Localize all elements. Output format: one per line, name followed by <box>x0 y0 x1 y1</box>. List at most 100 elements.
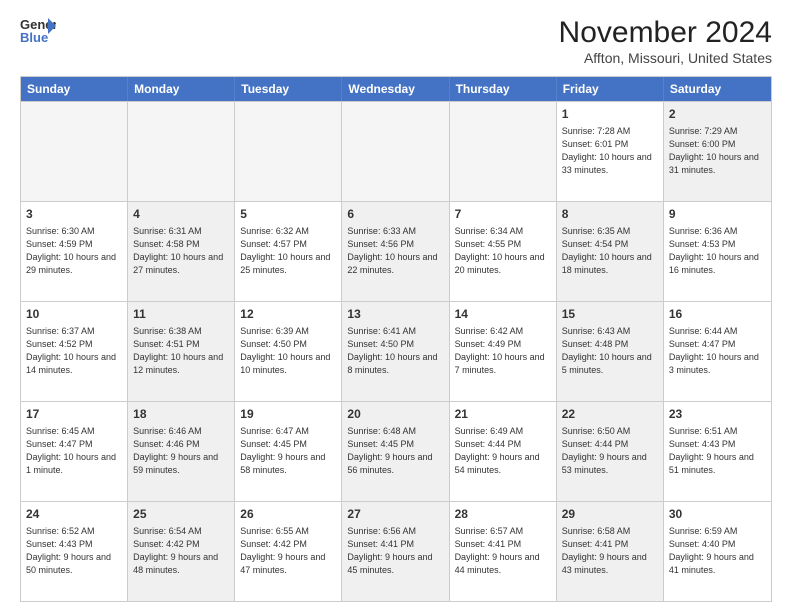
day-number: 12 <box>240 306 336 323</box>
day-info: Sunrise: 7:28 AM Sunset: 6:01 PM Dayligh… <box>562 125 658 177</box>
day-number: 26 <box>240 506 336 523</box>
day-info: Sunrise: 6:46 AM Sunset: 4:46 PM Dayligh… <box>133 425 229 477</box>
day-number: 6 <box>347 206 443 223</box>
calendar-header-cell: Friday <box>557 77 664 101</box>
calendar-row: 24 Sunrise: 6:52 AM Sunset: 4:43 PM Dayli… <box>21 501 771 601</box>
calendar: SundayMondayTuesdayWednesdayThursdayFrid… <box>20 76 772 602</box>
day-number: 14 <box>455 306 551 323</box>
calendar-row: 10Sunrise: 6:37 AM Sunset: 4:52 PM Dayli… <box>21 301 771 401</box>
day-number: 27 <box>347 506 443 523</box>
logo-icon: General Blue <box>20 16 56 46</box>
calendar-cell: 29 Sunrise: 6:58 AM Sunset: 4:41 PM Dayli… <box>557 502 664 601</box>
day-info: Sunrise: 6:52 AM Sunset: 4:43 PM Dayligh… <box>26 525 122 577</box>
day-number: 19 <box>240 406 336 423</box>
day-number: 3 <box>26 206 122 223</box>
calendar-cell: 9Sunrise: 6:36 AM Sunset: 4:53 PM Daylig… <box>664 202 771 301</box>
calendar-cell: 25Sunrise: 6:54 AM Sunset: 4:42 PM Dayli… <box>128 502 235 601</box>
calendar-cell: 1 Sunrise: 7:28 AM Sunset: 6:01 PM Daylig… <box>557 102 664 201</box>
calendar-cell: 26Sunrise: 6:55 AM Sunset: 4:42 PM Dayli… <box>235 502 342 601</box>
day-number: 2 <box>669 106 766 123</box>
day-number: 16 <box>669 306 766 323</box>
calendar-header-cell: Wednesday <box>342 77 449 101</box>
calendar-cell: 19 Sunrise: 6:47 AM Sunset: 4:45 PM Dayli… <box>235 402 342 501</box>
day-info: Sunrise: 6:31 AM Sunset: 4:58 PM Dayligh… <box>133 225 229 277</box>
calendar-row: 3 Sunrise: 6:30 AM Sunset: 4:59 PM Daylig… <box>21 201 771 301</box>
day-info: Sunrise: 6:56 AM Sunset: 4:41 PM Dayligh… <box>347 525 443 577</box>
day-info: Sunrise: 6:35 AM Sunset: 4:54 PM Dayligh… <box>562 225 658 277</box>
day-number: 20 <box>347 406 443 423</box>
day-number: 24 <box>26 506 122 523</box>
calendar-cell: 8 Sunrise: 6:35 AM Sunset: 4:54 PM Daylig… <box>557 202 664 301</box>
day-info: Sunrise: 6:58 AM Sunset: 4:41 PM Dayligh… <box>562 525 658 577</box>
calendar-cell: 23 Sunrise: 6:51 AM Sunset: 4:43 PM Dayli… <box>664 402 771 501</box>
header: General Blue November 2024 Affton, Misso… <box>20 16 772 66</box>
month-title: November 2024 <box>559 16 772 50</box>
day-info: Sunrise: 7:29 AM Sunset: 6:00 PM Dayligh… <box>669 125 766 177</box>
calendar-cell: 16 Sunrise: 6:44 AM Sunset: 4:47 PM Dayli… <box>664 302 771 401</box>
day-number: 9 <box>669 206 766 223</box>
day-info: Sunrise: 6:41 AM Sunset: 4:50 PM Dayligh… <box>347 325 443 377</box>
day-info: Sunrise: 6:39 AM Sunset: 4:50 PM Dayligh… <box>240 325 336 377</box>
calendar-cell: 5Sunrise: 6:32 AM Sunset: 4:57 PM Daylig… <box>235 202 342 301</box>
day-info: Sunrise: 6:47 AM Sunset: 4:45 PM Dayligh… <box>240 425 336 477</box>
calendar-cell <box>235 102 342 201</box>
calendar-cell: 10Sunrise: 6:37 AM Sunset: 4:52 PM Dayli… <box>21 302 128 401</box>
calendar-cell: 24 Sunrise: 6:52 AM Sunset: 4:43 PM Dayli… <box>21 502 128 601</box>
day-info: Sunrise: 6:57 AM Sunset: 4:41 PM Dayligh… <box>455 525 551 577</box>
day-number: 18 <box>133 406 229 423</box>
day-number: 15 <box>562 306 658 323</box>
svg-text:Blue: Blue <box>20 30 48 45</box>
calendar-header-cell: Sunday <box>21 77 128 101</box>
calendar-cell: 13Sunrise: 6:41 AM Sunset: 4:50 PM Dayli… <box>342 302 449 401</box>
calendar-row: 17 Sunrise: 6:45 AM Sunset: 4:47 PM Dayli… <box>21 401 771 501</box>
day-number: 29 <box>562 506 658 523</box>
calendar-cell: 2 Sunrise: 7:29 AM Sunset: 6:00 PM Daylig… <box>664 102 771 201</box>
calendar-header-cell: Saturday <box>664 77 771 101</box>
title-block: November 2024 Affton, Missouri, United S… <box>559 16 772 66</box>
day-number: 30 <box>669 506 766 523</box>
calendar-cell: 17 Sunrise: 6:45 AM Sunset: 4:47 PM Dayli… <box>21 402 128 501</box>
day-info: Sunrise: 6:33 AM Sunset: 4:56 PM Dayligh… <box>347 225 443 277</box>
calendar-row: 1 Sunrise: 7:28 AM Sunset: 6:01 PM Daylig… <box>21 101 771 201</box>
calendar-cell <box>450 102 557 201</box>
calendar-cell: 11Sunrise: 6:38 AM Sunset: 4:51 PM Dayli… <box>128 302 235 401</box>
calendar-cell: 3 Sunrise: 6:30 AM Sunset: 4:59 PM Daylig… <box>21 202 128 301</box>
day-info: Sunrise: 6:59 AM Sunset: 4:40 PM Dayligh… <box>669 525 766 577</box>
day-number: 4 <box>133 206 229 223</box>
calendar-cell: 28Sunrise: 6:57 AM Sunset: 4:41 PM Dayli… <box>450 502 557 601</box>
calendar-cell: 4 Sunrise: 6:31 AM Sunset: 4:58 PM Daylig… <box>128 202 235 301</box>
day-info: Sunrise: 6:50 AM Sunset: 4:44 PM Dayligh… <box>562 425 658 477</box>
calendar-cell: 21 Sunrise: 6:49 AM Sunset: 4:44 PM Dayli… <box>450 402 557 501</box>
calendar-header-cell: Tuesday <box>235 77 342 101</box>
calendar-header: SundayMondayTuesdayWednesdayThursdayFrid… <box>21 77 771 101</box>
logo: General Blue <box>20 16 56 46</box>
day-number: 8 <box>562 206 658 223</box>
day-number: 22 <box>562 406 658 423</box>
calendar-cell <box>21 102 128 201</box>
calendar-cell: 30 Sunrise: 6:59 AM Sunset: 4:40 PM Dayli… <box>664 502 771 601</box>
calendar-cell: 12 Sunrise: 6:39 AM Sunset: 4:50 PM Dayli… <box>235 302 342 401</box>
day-info: Sunrise: 6:34 AM Sunset: 4:55 PM Dayligh… <box>455 225 551 277</box>
calendar-cell: 27 Sunrise: 6:56 AM Sunset: 4:41 PM Dayli… <box>342 502 449 601</box>
day-info: Sunrise: 6:44 AM Sunset: 4:47 PM Dayligh… <box>669 325 766 377</box>
day-number: 17 <box>26 406 122 423</box>
calendar-cell: 6 Sunrise: 6:33 AM Sunset: 4:56 PM Daylig… <box>342 202 449 301</box>
calendar-cell <box>342 102 449 201</box>
day-number: 1 <box>562 106 658 123</box>
calendar-cell <box>128 102 235 201</box>
calendar-cell: 18 Sunrise: 6:46 AM Sunset: 4:46 PM Dayli… <box>128 402 235 501</box>
day-info: Sunrise: 6:51 AM Sunset: 4:43 PM Dayligh… <box>669 425 766 477</box>
day-info: Sunrise: 6:42 AM Sunset: 4:49 PM Dayligh… <box>455 325 551 377</box>
day-info: Sunrise: 6:32 AM Sunset: 4:57 PM Dayligh… <box>240 225 336 277</box>
calendar-cell: 14 Sunrise: 6:42 AM Sunset: 4:49 PM Dayli… <box>450 302 557 401</box>
day-info: Sunrise: 6:45 AM Sunset: 4:47 PM Dayligh… <box>26 425 122 477</box>
day-number: 23 <box>669 406 766 423</box>
day-info: Sunrise: 6:30 AM Sunset: 4:59 PM Dayligh… <box>26 225 122 277</box>
calendar-cell: 20Sunrise: 6:48 AM Sunset: 4:45 PM Dayli… <box>342 402 449 501</box>
calendar-cell: 22 Sunrise: 6:50 AM Sunset: 4:44 PM Dayli… <box>557 402 664 501</box>
day-number: 21 <box>455 406 551 423</box>
location: Affton, Missouri, United States <box>559 50 772 66</box>
day-info: Sunrise: 6:49 AM Sunset: 4:44 PM Dayligh… <box>455 425 551 477</box>
day-info: Sunrise: 6:37 AM Sunset: 4:52 PM Dayligh… <box>26 325 122 377</box>
day-number: 7 <box>455 206 551 223</box>
